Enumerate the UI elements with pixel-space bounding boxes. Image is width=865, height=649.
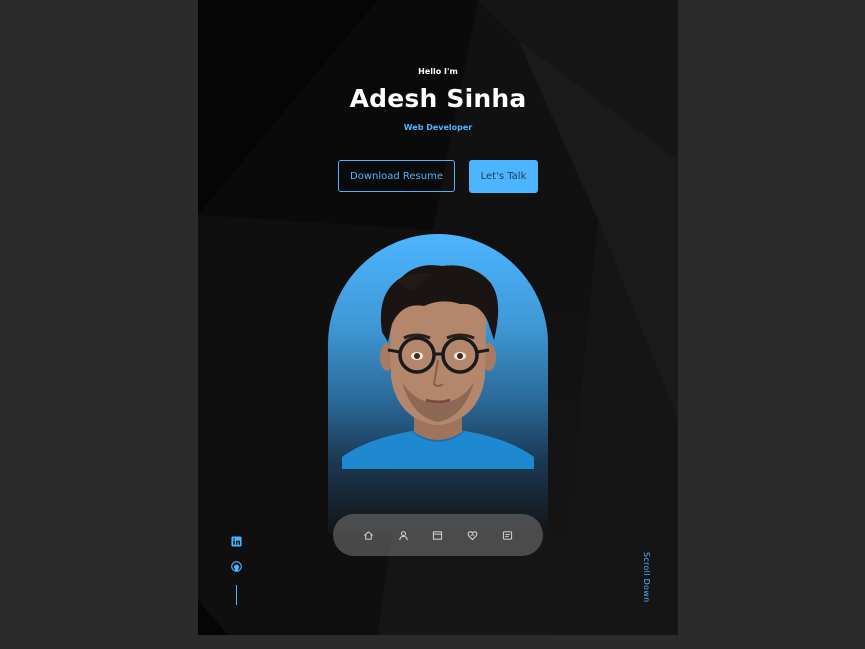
nav-about-button[interactable] xyxy=(392,524,414,546)
hero-section: Hello I'm Adesh Sinha Web Developer Down… xyxy=(198,0,678,635)
nav-experience-button[interactable] xyxy=(427,524,449,546)
nav-home-button[interactable] xyxy=(358,524,380,546)
scroll-down-link[interactable]: Scroll Down xyxy=(642,552,651,602)
page-title: Adesh Sinha xyxy=(349,84,527,113)
nav-services-button[interactable] xyxy=(462,524,484,546)
message-icon xyxy=(502,530,512,540)
user-icon xyxy=(399,530,408,540)
services-icon xyxy=(467,530,478,540)
github-icon[interactable] xyxy=(231,561,242,572)
linkedin-icon[interactable] xyxy=(231,536,242,547)
profile-photo xyxy=(342,265,534,469)
home-icon xyxy=(364,530,374,540)
nav-contact-button[interactable] xyxy=(496,524,518,546)
socials-divider xyxy=(236,585,237,605)
book-icon xyxy=(433,530,443,540)
greeting-text: Hello I'm xyxy=(418,67,458,76)
bottom-nav-bar xyxy=(333,514,543,556)
profile-photo-frame xyxy=(328,234,548,534)
lets-talk-button[interactable]: Let's Talk xyxy=(469,160,538,193)
role-subtitle: Web Developer xyxy=(403,123,473,132)
download-resume-button[interactable]: Download Resume xyxy=(338,160,455,192)
